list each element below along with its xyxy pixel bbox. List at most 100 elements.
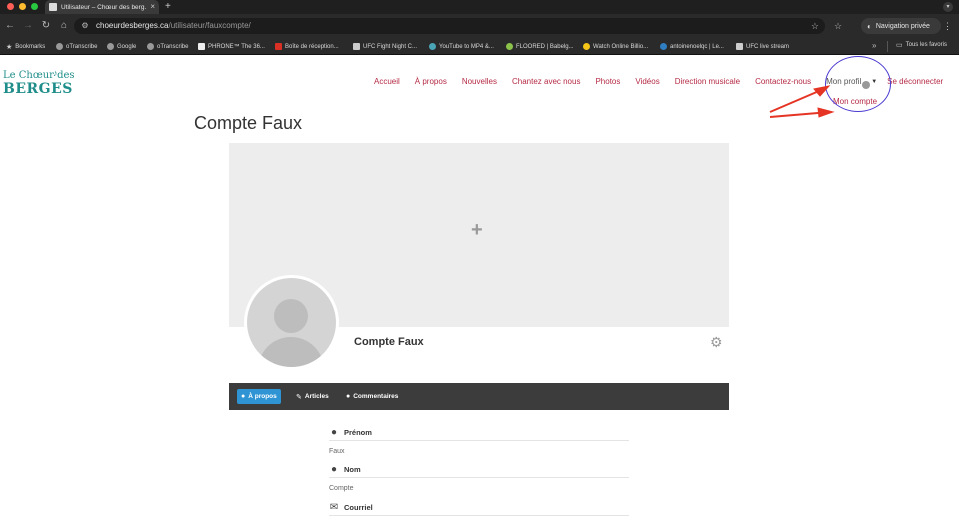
bookmark-label: Watch Online Billio... [593,43,649,50]
gmail-icon [275,43,282,50]
incognito-label: Navigation privée [875,22,930,30]
bookmark-item[interactable]: YouTube to MP4 &... [429,41,494,52]
nav-chantez-avec-nous[interactable]: Chantez avec nous [512,77,581,86]
tab-title: Utilisateur – Chœur des berg... [61,3,147,11]
bookmark-item[interactable]: PHRONE™ The 36... [198,41,265,52]
bookmark-label: antoinenoelqc | Le... [670,43,724,50]
pencil-icon: ✎ [296,393,302,401]
nav-a-propos[interactable]: À propos [415,77,447,86]
phrone-icon [198,43,205,50]
more-bookmarks-icon[interactable]: » [872,41,876,50]
envelope-icon: ✉ [329,502,339,513]
music-note-icon: ♪ [53,68,58,78]
bookmark-label: Bookmarks [15,43,46,50]
default-avatar-icon [247,278,336,367]
user-icon: ● [330,427,338,438]
nav-nouvelles[interactable]: Nouvelles [462,77,497,86]
site-logo[interactable]: Le Chœur des ♪ BERGES [3,68,75,98]
bookmarks-bar: ★ Bookmarks oTranscribe Google oTranscrib… [0,38,959,55]
nav-mon-profil[interactable]: Mon profil [826,77,861,86]
nav-accueil[interactable]: Accueil [374,77,400,86]
browser-menu-icon[interactable]: ⋮ [943,20,952,32]
bookmark-item[interactable]: oTranscribe [147,41,188,52]
url-text[interactable]: choeurdesberges.ca/utilisateur/fauxcompt… [96,20,251,32]
browser-toolbar: ← → ↻ ⌂ ⚙ choeurdesberges.ca/utilisateur… [0,14,959,38]
nav-photos[interactable]: Photos [595,77,620,86]
tab-search-icon[interactable]: ▾ [943,2,953,12]
reload-icon[interactable]: ↻ [40,20,52,32]
extensions-icon[interactable]: ☆ [834,19,842,33]
bookmark-item[interactable]: FLOORED | Babelg... [506,41,574,52]
bookmark-label: oTranscribe [66,43,98,50]
website: Le Chœur des ♪ BERGES Accueil À propos N… [0,56,959,524]
globe-icon [147,43,154,50]
bookmark-label: FLOORED | Babelg... [516,43,574,50]
field-label: Courriel [344,503,373,512]
site-info-icon[interactable]: ⚙ [80,21,90,31]
avatar[interactable] [244,275,339,370]
address-bar[interactable]: ⚙ choeurdesberges.ca/utilisateur/fauxcom… [74,18,825,34]
incognito-badge[interactable]: ◐ Navigation privée [861,18,941,34]
bookmark-label: PHRONE™ The 36... [208,43,265,50]
minimize-window-button[interactable] [19,3,26,10]
back-icon[interactable]: ← [4,20,16,32]
tab-label: Commentaires [353,393,399,400]
tab-label: À propos [248,393,277,400]
field-value: Compte [329,485,354,492]
field-nom: ● Nom Compte [329,464,629,492]
tab-a-propos[interactable]: ● À propos [237,389,281,404]
star-icon: ★ [6,43,13,51]
incognito-icon: ◐ [867,21,872,31]
submenu-mon-compte[interactable]: Mon compte [833,97,877,106]
mouse-cursor-icon [862,81,870,89]
tab-articles[interactable]: ✎ Articles [292,389,333,404]
add-cover-icon[interactable]: + [471,220,483,240]
bookmark-item[interactable]: UFC Fight Night C... [353,41,417,52]
close-window-button[interactable] [7,3,14,10]
all-bookmarks-button[interactable]: ▭ Tous les favoris [896,41,947,49]
google-icon [107,43,114,50]
field-prenom: ● Prénom Faux [329,427,629,455]
folder-icon: ▭ [896,42,903,49]
forward-icon[interactable]: → [22,20,34,32]
bookmark-item[interactable]: Google [107,41,136,52]
tab-commentaires[interactable]: ● Commentaires [342,389,402,404]
url-domain: choeurdesberges.ca [96,21,169,30]
browser-tab-bar: Utilisateur – Chœur des berg... × + ▾ [0,0,959,14]
user-icon: ● [241,393,246,400]
bookmark-item[interactable]: Boîte de réception... [275,41,339,52]
field-value: Faux [329,448,345,455]
watch-online-icon [583,43,590,50]
field-label: Prénom [344,428,372,437]
nav-se-deconnecter[interactable]: Se déconnecter [887,77,943,86]
home-icon[interactable]: ⌂ [58,20,70,32]
nav-direction-musicale[interactable]: Direction musicale [675,77,740,86]
comment-icon: ● [346,393,351,400]
site-favicon-icon [49,3,57,11]
chevron-down-icon[interactable]: ▼ [871,79,877,85]
logo-bottom-text: BERGES [3,81,73,97]
bookmark-label: YouTube to MP4 &... [439,43,494,50]
bookmark-item[interactable]: Watch Online Billio... [583,41,648,52]
browser-tab-active[interactable]: Utilisateur – Chœur des berg... × [45,0,159,14]
field-label: Nom [344,465,361,474]
wordpress-icon [660,43,667,50]
bookmark-item[interactable]: ★ Bookmarks [6,41,45,52]
bookmark-star-icon[interactable]: ☆ [811,20,819,32]
nav-contactez-nous[interactable]: Contactez-nous [755,77,811,86]
youtube-converter-icon [429,43,436,50]
tab-label: Articles [304,393,329,400]
bookmark-item[interactable]: oTranscribe [56,41,97,52]
nav-videos[interactable]: Vidéos [635,77,659,86]
tab-close-icon[interactable]: × [150,3,155,11]
url-path: /utilisateur/fauxcompte/ [168,21,251,30]
maximize-window-button[interactable] [31,3,38,10]
ufc-icon [736,43,743,50]
new-tab-button[interactable]: + [165,1,171,13]
all-bookmarks-label: Tous les favoris [905,42,947,48]
bookmark-item[interactable]: antoinenoelqc | Le... [660,41,724,52]
logo-top-text: Le Chœur des [3,70,75,81]
main-navigation: Accueil À propos Nouvelles Chantez avec … [374,77,943,86]
bookmark-item[interactable]: UFC live stream [736,41,789,52]
gear-icon[interactable]: ⚙ [710,335,723,349]
